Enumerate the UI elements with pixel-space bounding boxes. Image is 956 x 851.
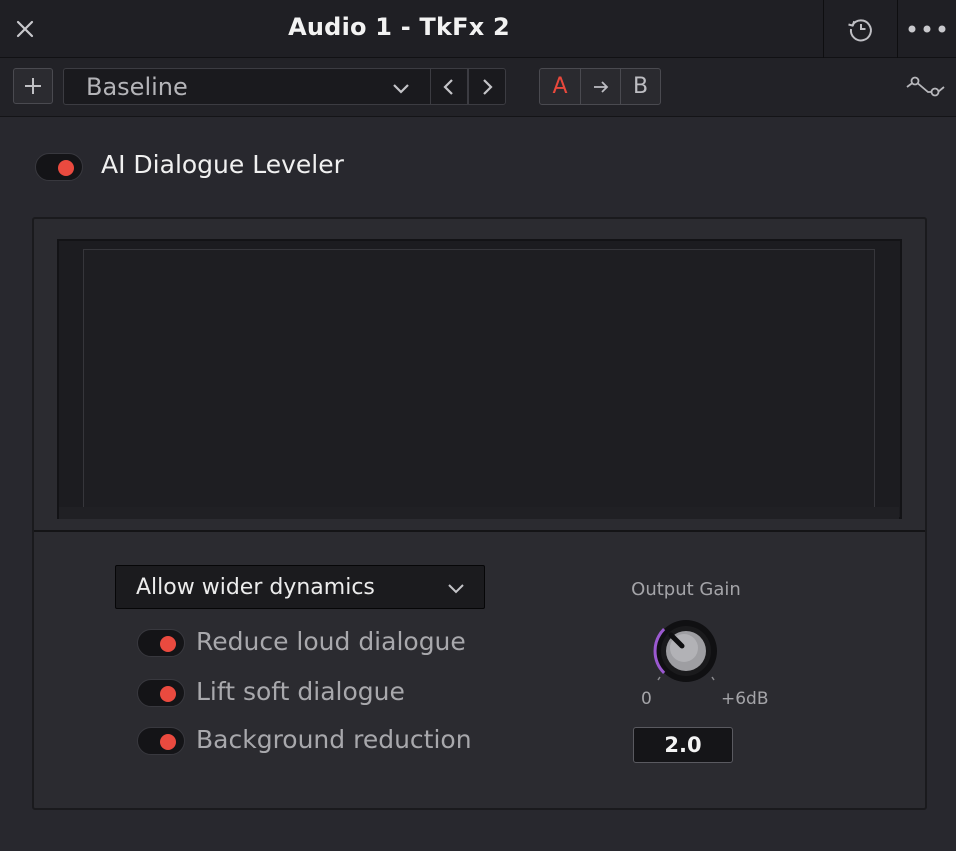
add-preset-button[interactable] bbox=[13, 68, 53, 104]
ab-compare-group: A B bbox=[539, 68, 661, 105]
window-title: Audio 1 - TkFx 2 bbox=[288, 13, 510, 41]
lift-soft-dialogue-label: Lift soft dialogue bbox=[196, 677, 405, 706]
output-gain-knob[interactable] bbox=[646, 611, 726, 691]
toggle-indicator bbox=[160, 734, 176, 750]
knob-graphic bbox=[653, 620, 717, 682]
previous-preset-button[interactable] bbox=[430, 68, 468, 105]
background-reduction-toggle[interactable] bbox=[137, 727, 185, 755]
chevron-left-icon bbox=[443, 78, 453, 95]
copy-a-to-b-button[interactable] bbox=[580, 69, 620, 104]
chevron-down-icon bbox=[393, 84, 409, 94]
arrow-right-icon bbox=[593, 80, 608, 93]
more-icon bbox=[908, 25, 946, 33]
preset-toolbar: Baseline A B bbox=[0, 58, 956, 117]
lift-soft-dialogue-toggle[interactable] bbox=[137, 679, 185, 707]
plus-icon bbox=[25, 78, 41, 94]
output-gain-max-label: +6dB bbox=[721, 689, 769, 709]
next-preset-button[interactable] bbox=[468, 68, 506, 105]
dynamics-mode-dropdown[interactable]: Allow wider dynamics bbox=[115, 565, 485, 609]
output-gain-label: Output Gain bbox=[631, 579, 741, 600]
automation-curve-icon bbox=[906, 76, 945, 97]
divider bbox=[34, 530, 925, 532]
compare-a-button[interactable]: A bbox=[540, 69, 580, 104]
automation-button[interactable] bbox=[902, 72, 948, 102]
output-gain-min-label: 0 bbox=[641, 689, 652, 709]
preset-value: Baseline bbox=[86, 72, 188, 101]
title-bar: Audio 1 - TkFx 2 bbox=[0, 0, 956, 58]
toggle-indicator bbox=[160, 686, 176, 702]
dynamics-mode-value: Allow wider dynamics bbox=[136, 574, 375, 600]
chevron-down-icon bbox=[448, 584, 464, 594]
level-display-footer bbox=[59, 507, 899, 519]
toggle-indicator bbox=[58, 160, 74, 176]
toggle-indicator bbox=[160, 636, 176, 652]
background-reduction-label: Background reduction bbox=[196, 725, 472, 754]
plugin-enable-toggle[interactable] bbox=[35, 153, 83, 181]
preset-dropdown[interactable]: Baseline bbox=[63, 68, 431, 105]
plugin-name: AI Dialogue Leveler bbox=[101, 150, 344, 179]
chevron-right-icon bbox=[483, 78, 493, 95]
more-button[interactable] bbox=[898, 0, 956, 58]
history-button[interactable] bbox=[825, 0, 897, 58]
output-gain-value-field[interactable]: 2.0 bbox=[633, 727, 733, 763]
compare-b-button[interactable]: B bbox=[620, 69, 660, 104]
level-display-inner bbox=[83, 249, 875, 511]
divider bbox=[823, 0, 824, 58]
reduce-loud-dialogue-toggle[interactable] bbox=[137, 629, 185, 657]
reduce-loud-dialogue-label: Reduce loud dialogue bbox=[196, 627, 466, 656]
reset-history-icon bbox=[848, 19, 872, 42]
